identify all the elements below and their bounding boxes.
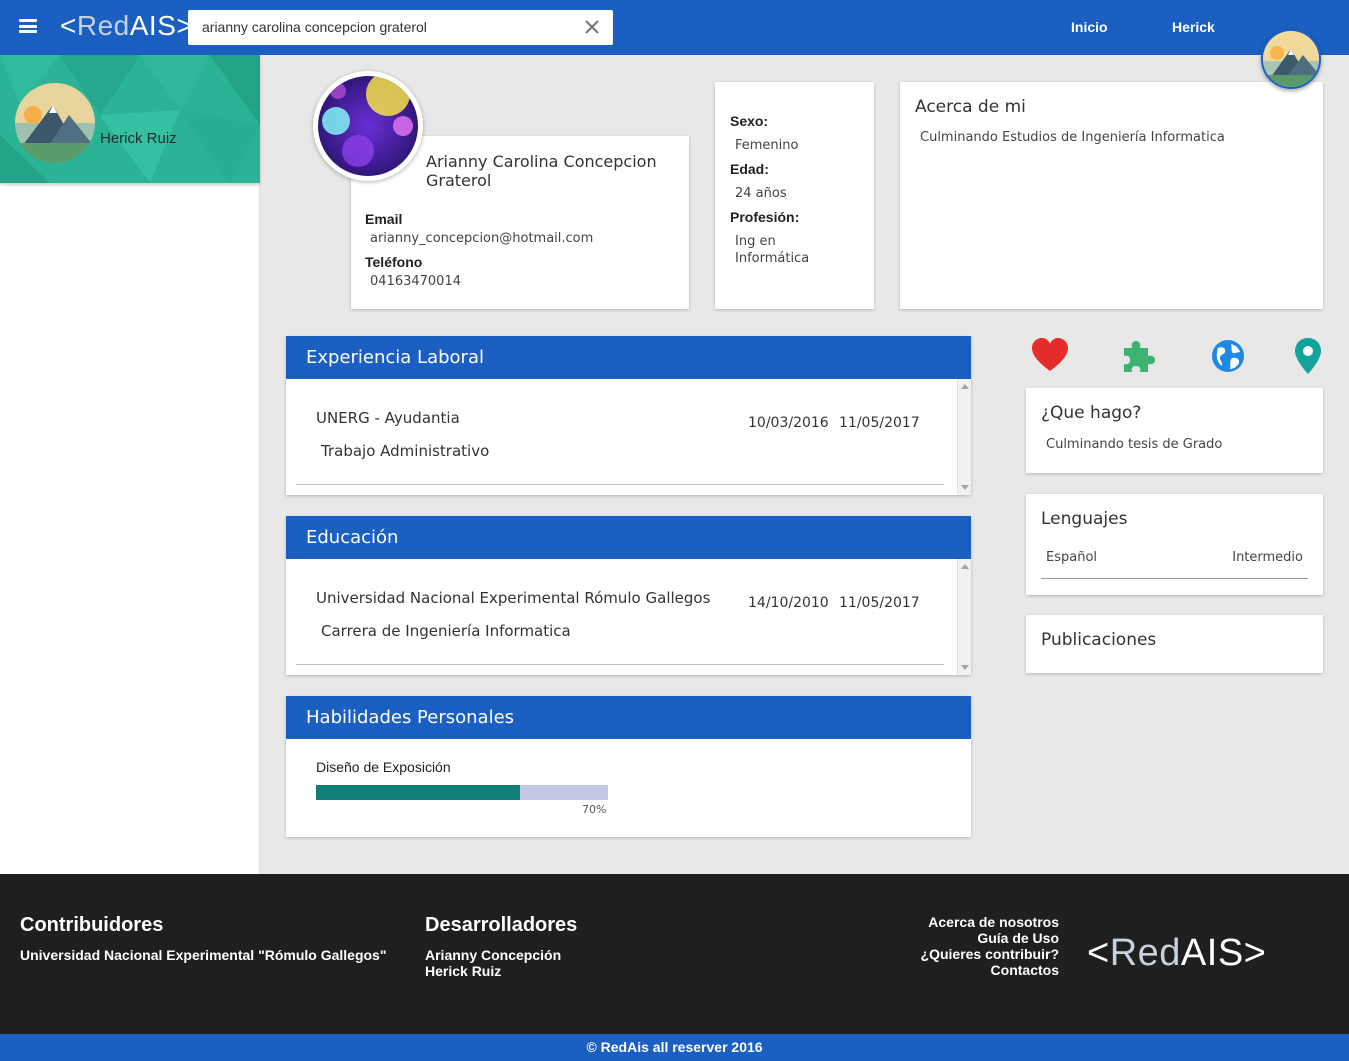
about-title: Acerca de mi [915, 97, 1026, 117]
profile-photo [313, 71, 423, 181]
developer-name: Arianny Concepción [425, 947, 562, 963]
footer-links: Acerca de nosotros Guía de Uso ¿Quieres … [921, 914, 1059, 978]
sidebar-avatar[interactable] [15, 83, 95, 163]
nav-user-link[interactable]: Herick [1172, 19, 1215, 35]
footer-logo: <RedAIS> [1087, 932, 1267, 974]
contributors-title: Contribuidores [20, 914, 164, 936]
phone-label: Teléfono [365, 254, 423, 270]
globe-icon[interactable] [1208, 336, 1248, 376]
divider [296, 664, 944, 665]
about-text: Culminando Estudios de Ingeniería Inform… [920, 130, 1225, 145]
personal-info-card: Sexo: Femenino Edad: 24 años Profesión: … [715, 82, 874, 309]
what-i-do-title: ¿Que hago? [1041, 403, 1142, 423]
age-label: Edad: [730, 161, 769, 177]
footer-link-guide[interactable]: Guía de Uso [921, 930, 1059, 946]
experience-entry-subtitle: Trabajo Administrativo [321, 442, 490, 460]
heart-icon[interactable] [1030, 336, 1070, 376]
email-value: arianny_concepcion@hotmail.com [370, 231, 594, 246]
phone-value: 04163470014 [370, 274, 461, 289]
skill-progress-fill [316, 785, 521, 800]
language-level: Intermedio [1232, 550, 1303, 565]
education-entry-title: Universidad Nacional Experimental Rómulo… [316, 589, 711, 607]
menu-icon[interactable] [19, 19, 37, 33]
experience-end-date: 11/05/2017 [839, 415, 920, 431]
education-entry-subtitle: Carrera de Ingeniería Informatica [321, 622, 571, 640]
developers-title: Desarrolladores [425, 914, 578, 936]
language-name: Español [1046, 550, 1098, 565]
skill-name: Diseño de Exposición [316, 759, 451, 775]
divider [296, 484, 944, 485]
education-section: Educación Universidad Nacional Experimen… [286, 516, 971, 675]
what-i-do-text: Culminando tesis de Grado [1046, 437, 1223, 452]
sidebar: Herick Ruiz [0, 55, 260, 874]
publications-title: Publicaciones [1041, 630, 1157, 650]
app-logo[interactable]: <RedAIS> [60, 9, 193, 43]
developer-name: Herick Ruiz [425, 963, 502, 979]
footer-link-contribute[interactable]: ¿Quieres contribuir? [921, 946, 1059, 962]
sex-value: Femenino [735, 138, 799, 153]
sidebar-profile-header: Herick Ruiz [0, 55, 260, 183]
profile-icon-row [1026, 336, 1323, 376]
education-title: Educación [286, 516, 971, 559]
skills-title: Habilidades Personales [286, 696, 971, 739]
skill-percent: 70% [582, 803, 607, 816]
close-icon[interactable] [583, 18, 601, 36]
nav-home-link[interactable]: Inicio [1071, 19, 1108, 35]
copyright-bar: © RedAis all reserver 2016 [0, 1034, 1349, 1061]
about-card: Acerca de mi Culminando Estudios de Inge… [900, 82, 1323, 309]
puzzle-icon[interactable] [1120, 336, 1160, 376]
education-end-date: 11/05/2017 [839, 595, 920, 611]
education-scrollbar[interactable] [957, 559, 971, 675]
languages-card: Lenguajes Español Intermedio [1026, 494, 1323, 595]
search-box [188, 10, 613, 45]
user-avatar[interactable] [1261, 29, 1321, 89]
age-value: 24 años [735, 186, 787, 201]
experience-section: Experiencia Laboral UNERG - Ayudantia 10… [286, 336, 971, 495]
experience-start-date: 10/03/2016 [748, 415, 829, 431]
experience-scrollbar[interactable] [957, 379, 971, 495]
location-pin-icon[interactable] [1288, 336, 1328, 376]
profession-label: Profesión: [730, 209, 800, 225]
footer: Contribuidores Universidad Nacional Expe… [0, 874, 1349, 1034]
footer-link-about[interactable]: Acerca de nosotros [921, 914, 1059, 930]
skill-progress-bar [316, 785, 608, 800]
contributors-text: Universidad Nacional Experimental "Rómul… [20, 947, 387, 963]
profession-value: Ing en Informática [735, 234, 810, 266]
profile-name: Arianny Carolina Concepcion Graterol [426, 152, 657, 190]
sex-label: Sexo: [730, 113, 769, 129]
education-start-date: 14/10/2010 [748, 595, 829, 611]
what-i-do-card: ¿Que hago? Culminando tesis de Grado [1026, 388, 1323, 473]
experience-entry-title: UNERG - Ayudantia [316, 409, 460, 427]
languages-title: Lenguajes [1041, 509, 1128, 529]
skills-section: Habilidades Personales Diseño de Exposic… [286, 696, 971, 837]
footer-link-contacts[interactable]: Contactos [921, 962, 1059, 978]
email-label: Email [365, 211, 403, 227]
search-input[interactable] [202, 16, 572, 38]
top-navbar: <RedAIS> Inicio Herick [0, 0, 1349, 55]
publications-card: Publicaciones [1026, 615, 1323, 673]
sidebar-user-name[interactable]: Herick Ruiz [100, 130, 177, 147]
experience-title: Experiencia Laboral [286, 336, 971, 379]
divider [1041, 578, 1308, 579]
